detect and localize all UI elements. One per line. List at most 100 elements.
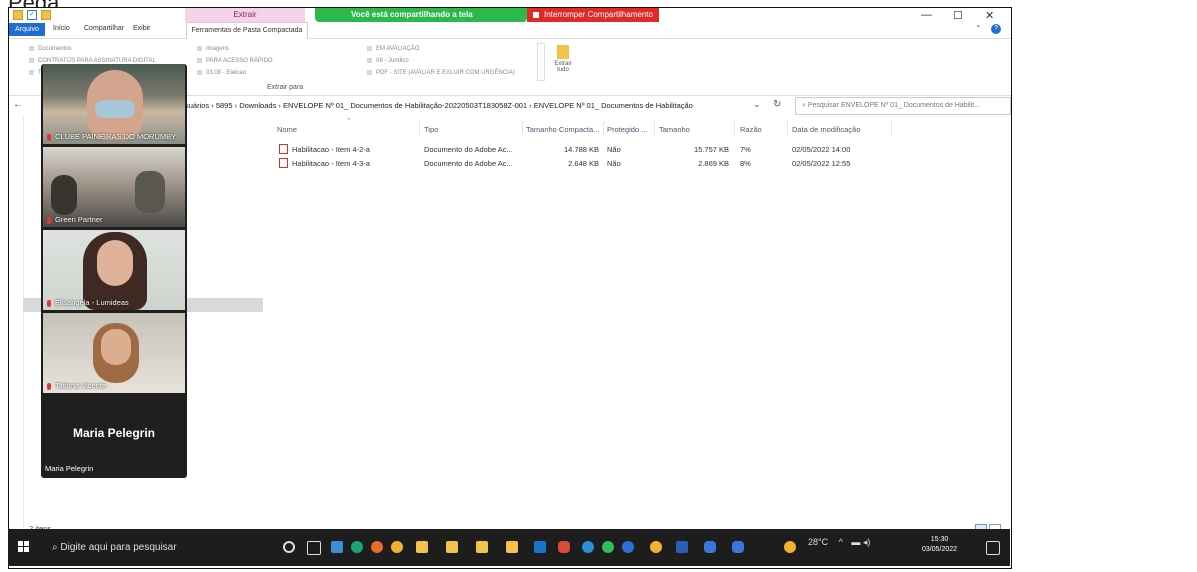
whatsapp-icon[interactable]: [602, 541, 614, 553]
volume-icon[interactable]: ◂): [863, 537, 871, 547]
quick-item-documentos[interactable]: Documentos: [29, 46, 72, 52]
maximize-button[interactable]: ☐: [953, 9, 963, 22]
quick-item-em-avaliacao[interactable]: EM AVALIAÇÃO: [367, 46, 419, 52]
back-arrow-icon[interactable]: ←: [13, 99, 23, 110]
mic-muted-icon: [47, 216, 51, 224]
screen-share-notice[interactable]: Você está compartilhando a tela: [315, 8, 527, 22]
tab-ferramentas-pasta-compactada[interactable]: Ferramentas de Pasta Compactada: [186, 22, 308, 39]
taskbar-search-input[interactable]: ⌕ Digite aqui para pesquisar: [52, 537, 232, 559]
search-placeholder: Pesquisar ENVELOPE Nº 01_ Documentos de …: [807, 102, 981, 109]
file-name: Habilitacao - Item 4-3-a: [292, 159, 370, 168]
zoom-app-icon[interactable]: [704, 541, 716, 553]
calendar-app-icon[interactable]: [331, 541, 343, 553]
file-explorer-icon[interactable]: [446, 541, 458, 553]
help-icon[interactable]: ?: [991, 24, 1001, 34]
notification-center-icon[interactable]: [986, 541, 1000, 555]
column-divider[interactable]: [419, 121, 420, 135]
file-explorer-icon[interactable]: [416, 541, 428, 553]
column-divider[interactable]: [787, 121, 788, 135]
security-app-icon[interactable]: [558, 541, 570, 553]
network-icon[interactable]: ▬: [851, 537, 860, 547]
refresh-icon[interactable]: ↻: [773, 99, 781, 110]
participant-label: Tatiana Vicente: [47, 381, 106, 390]
extrair-tudo-button[interactable]: Extrair tudo: [553, 45, 573, 73]
close-button[interactable]: ✕: [985, 9, 994, 22]
cortana-icon[interactable]: [283, 541, 295, 553]
screen-share-frame: ✓ Extrair Você está compartilhando a tel…: [8, 7, 1012, 569]
extrair-para-group-label: Extrair para: [267, 84, 304, 91]
file-row[interactable]: Habilitacao - Item 4-2-a: [279, 144, 370, 155]
zip-folder-icon: [557, 45, 569, 59]
column-data-modificacao[interactable]: Data de modificação: [792, 125, 860, 134]
taskbar-search-placeholder: Digite aqui para pesquisar: [60, 542, 177, 553]
column-divider[interactable]: [654, 121, 655, 135]
stop-share-button[interactable]: Interromper Compartilhamento: [527, 8, 659, 22]
participant-face: [101, 329, 131, 365]
clock-date: 03/05/2022: [922, 546, 958, 553]
quick-item-juridico[interactable]: 08 - Juridico: [367, 58, 409, 64]
participant-name: Elisangela - Lumideas: [55, 298, 129, 307]
file-explorer-active-icon[interactable]: [506, 541, 518, 553]
edge-browser-icon[interactable]: [351, 541, 363, 553]
task-view-icon[interactable]: [307, 541, 321, 555]
tab-arquivo[interactable]: Arquivo: [9, 23, 45, 36]
quick-item-eleicao[interactable]: 03.08 - Eleicao: [197, 70, 246, 76]
column-razao[interactable]: Razão: [740, 125, 762, 134]
stop-icon: [533, 11, 539, 18]
history-dropdown-icon[interactable]: ⌄: [753, 99, 761, 110]
participant-video-tile[interactable]: CLUBE PAINEIRAS DO MORUMBY: [43, 64, 185, 144]
tab-exibir[interactable]: Exibir: [133, 25, 151, 32]
file-row[interactable]: Habilitacao - Item 4-3-a: [279, 158, 370, 169]
weather-sun-icon[interactable]: [784, 541, 796, 553]
column-tipo[interactable]: Tipo: [424, 125, 438, 134]
column-divider[interactable]: [734, 121, 735, 135]
gallery-scroll[interactable]: [537, 43, 545, 81]
firefox-icon[interactable]: [371, 541, 383, 553]
zoom-meeting-icon[interactable]: [732, 541, 744, 553]
participant-video-tile[interactable]: Elisangela - Lumideas: [43, 230, 185, 310]
mic-muted-icon: [47, 133, 51, 141]
new-folder-icon[interactable]: [41, 10, 51, 20]
collapse-ribbon-icon[interactable]: ⌃: [975, 24, 982, 33]
chrome-icon[interactable]: [650, 541, 662, 553]
quick-item-acesso-rapido[interactable]: PARA ACESSO RÁPIDO: [197, 58, 273, 64]
system-tray[interactable]: 28°C ^ ▬ ◂): [808, 537, 870, 548]
properties-check-icon[interactable]: ✓: [27, 10, 37, 20]
column-divider[interactable]: [603, 121, 604, 135]
taskbar-clock[interactable]: 15:30 03/05/2022: [922, 535, 957, 555]
quick-access-toolbar[interactable]: ✓: [13, 10, 51, 20]
pdf-file-icon: [279, 158, 288, 169]
column-tamanho-compactado[interactable]: Tamanho Compacta...: [526, 125, 599, 134]
quick-item-pdf-site[interactable]: PDF - SITE (AVALIAR E EXLUIR COM URGÊNCI…: [367, 70, 515, 76]
folder-search-input[interactable]: ⌕ Pesquisar ENVELOPE Nº 01_ Documentos d…: [795, 97, 1011, 115]
word-icon[interactable]: [676, 541, 688, 553]
stop-share-label: Interromper Compartilhamento: [544, 10, 653, 19]
column-nome[interactable]: Nome: [277, 125, 297, 134]
column-divider[interactable]: [891, 121, 892, 135]
participant-face: [97, 240, 133, 286]
participant-video-tile[interactable]: Tatiana Vicente: [43, 313, 185, 393]
mic-muted-icon: [47, 382, 51, 390]
skype-icon[interactable]: [582, 541, 594, 553]
tab-inicio[interactable]: Início: [53, 25, 70, 32]
participant-name: CLUBE PAINEIRAS DO MORUMBY: [55, 132, 177, 141]
sort-up-chevron-icon: ⌃: [346, 118, 352, 125]
tab-compartilhar[interactable]: Compartilhar: [84, 25, 124, 32]
meeting-app-icon[interactable]: [622, 541, 634, 553]
pdf-file-icon: [279, 144, 288, 155]
tray-overflow-icon[interactable]: ^: [839, 537, 843, 547]
minimize-button[interactable]: —: [921, 9, 932, 21]
quick-item-imagens[interactable]: Imagens: [197, 46, 229, 52]
breadcrumb[interactable]: suários › 5895 › Downloads › ENVELOPE Nº…: [185, 99, 693, 113]
participant-name: Tatiana Vicente: [55, 381, 107, 390]
column-divider[interactable]: [522, 121, 523, 135]
participant-video-tile[interactable]: Green Partner: [43, 147, 185, 227]
column-protegido[interactable]: Protegido ...: [607, 125, 647, 134]
column-tamanho[interactable]: Tamanho: [659, 125, 690, 134]
chrome-icon[interactable]: [391, 541, 403, 553]
outlook-icon[interactable]: [534, 541, 546, 553]
windows-start-icon[interactable]: [18, 541, 30, 553]
file-type: Documento do Adobe Ac...: [424, 159, 513, 168]
file-explorer-icon[interactable]: [476, 541, 488, 553]
nav-pane[interactable]: [23, 116, 24, 536]
